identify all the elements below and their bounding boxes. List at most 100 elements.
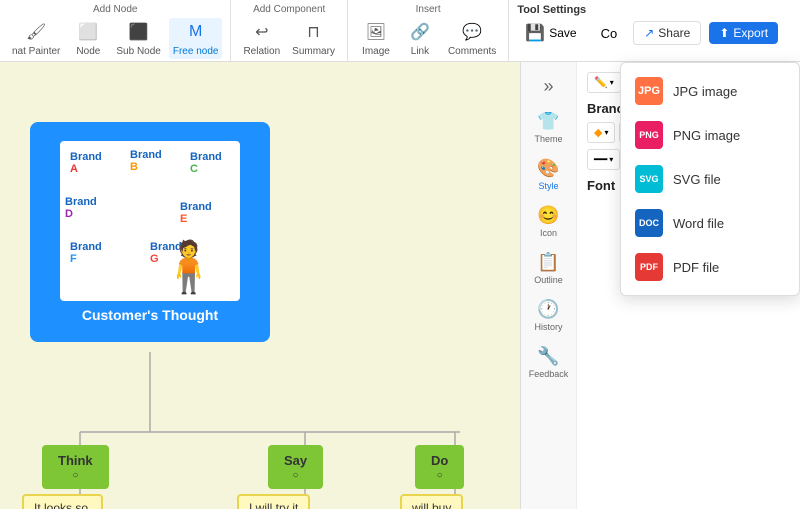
save-icon: 💾 <box>525 23 545 43</box>
icon-btn[interactable]: 😊 Icon <box>524 199 574 244</box>
relation-btn[interactable]: ↩ Relation <box>239 18 284 59</box>
pdf-label: PDF file <box>673 260 719 275</box>
history-btn[interactable]: 🕐 History <box>524 293 574 338</box>
word-icon: DOC <box>635 209 663 237</box>
sidebar-icons: » 👕 Theme 🎨 Style 😊 Icon 📋 Outline 🕐 His… <box>521 62 577 509</box>
node-icon: ⬜ <box>76 20 100 44</box>
root-node[interactable]: BrandA BrandB BrandC BrandD BrandE Brand… <box>30 122 270 342</box>
outline-icon: 📋 <box>537 252 559 273</box>
fill-chevron: ▾ <box>604 128 608 137</box>
canvas[interactable]: BrandA BrandB BrandC BrandD BrandE Brand… <box>0 62 520 509</box>
root-image: BrandA BrandB BrandC BrandD BrandE Brand… <box>60 141 240 301</box>
insert-buttons: 🖼 Image 🔗 Link 💬 Comments <box>356 18 500 59</box>
do-node[interactable]: Do <box>415 445 464 489</box>
link-icon: 🔗 <box>408 20 432 44</box>
word-label: Word file <box>673 216 724 231</box>
feedback-label: Feedback <box>529 369 569 379</box>
sub-node-btn[interactable]: ⬛ Sub Node <box>112 18 164 59</box>
brand-cloud: BrandA BrandB BrandC BrandD BrandE Brand… <box>60 141 240 301</box>
free-node-icon: M <box>184 20 208 44</box>
link-btn[interactable]: 🔗 Link <box>400 18 440 59</box>
style-label: Style <box>538 181 558 191</box>
feedback-icon: 🔧 <box>537 346 559 367</box>
insert-section: Insert 🖼 Image 🔗 Link 💬 Comments <box>348 0 509 61</box>
tool-settings-section: Tool Settings 💾 Save Co ↗ Share ⬆ Export <box>509 0 800 61</box>
icon-icon: 😊 <box>537 205 559 226</box>
pen-chevron: ▾ <box>610 78 614 87</box>
export-dropdown: JPG JPG image PNG PNG image SVG SVG file… <box>620 62 800 296</box>
style-icon: 🎨 <box>537 158 559 179</box>
think-node[interactable]: Think <box>42 445 109 489</box>
add-component-section: Add Component ↩ Relation ⊓ Summary <box>231 0 348 61</box>
brand-e: BrandE <box>180 201 212 225</box>
share-button[interactable]: ↗ Share <box>633 21 701 45</box>
pen-icon: ✏️ <box>594 76 608 89</box>
co-btn[interactable]: Co <box>593 23 626 44</box>
leaf-try[interactable]: I will try it <box>237 494 310 509</box>
relation-icon: ↩ <box>250 20 274 44</box>
theme-label: Theme <box>534 134 562 144</box>
branch-line-icon: ━━ <box>594 153 607 166</box>
svg-icon: SVG <box>635 165 663 193</box>
insert-title: Insert <box>356 4 500 15</box>
export-button[interactable]: ⬆ Export <box>709 22 778 44</box>
format-painter-btn[interactable]: 🖌 nat Painter <box>8 18 64 59</box>
fill-icon: ◆ <box>594 126 602 139</box>
brand-f: BrandF <box>70 241 102 265</box>
collapse-icon: » <box>543 76 553 97</box>
outline-btn[interactable]: 📋 Outline <box>524 246 574 291</box>
tool-settings-row: 💾 Save Co ↗ Share ⬆ Export <box>517 20 792 46</box>
tool-settings-title: Tool Settings <box>517 4 792 16</box>
toolbar: Add Node 🖌 nat Painter ⬜ Node ⬛ Sub Node… <box>0 0 800 62</box>
brand-d: BrandD <box>65 196 97 220</box>
share-icon: ↗ <box>644 26 654 40</box>
outline-label: Outline <box>534 275 563 285</box>
collapse-btn[interactable]: » <box>524 70 574 103</box>
export-png[interactable]: PNG PNG image <box>621 113 799 157</box>
brand-c: BrandC <box>190 151 222 175</box>
icon-label: Icon <box>540 228 557 238</box>
add-component-title: Add Component <box>239 4 339 15</box>
say-node[interactable]: Say <box>268 445 323 489</box>
comments-btn[interactable]: 💬 Comments <box>444 18 500 59</box>
feedback-btn[interactable]: 🔧 Feedback <box>524 340 574 385</box>
add-node-title: Add Node <box>8 4 222 15</box>
theme-icon: 👕 <box>537 111 559 132</box>
export-icon: ⬆ <box>719 26 729 40</box>
export-svg[interactable]: SVG SVG file <box>621 157 799 201</box>
root-title: Customer's Thought <box>82 307 218 323</box>
summary-icon: ⊓ <box>302 20 326 44</box>
image-btn[interactable]: 🖼 Image <box>356 18 396 59</box>
person-figure: 🧍 <box>158 238 220 297</box>
svg-label: SVG file <box>673 172 721 187</box>
leaf-looks[interactable]: It looks so, <box>22 494 103 509</box>
format-painter-icon: 🖌 <box>24 20 48 44</box>
summary-btn[interactable]: ⊓ Summary <box>288 18 339 59</box>
theme-btn[interactable]: 👕 Theme <box>524 105 574 150</box>
comments-icon: 💬 <box>460 20 484 44</box>
fill-tool[interactable]: ◆ ▾ <box>587 122 615 143</box>
save-btn[interactable]: 💾 Save <box>517 20 584 46</box>
brand-a: BrandA <box>70 151 102 175</box>
export-pdf[interactable]: PDF PDF file <box>621 245 799 289</box>
pdf-icon: PDF <box>635 253 663 281</box>
jpg-icon: JPG <box>635 77 663 105</box>
export-word[interactable]: DOC Word file <box>621 201 799 245</box>
leaf-buy[interactable]: will buy <box>400 494 463 509</box>
export-jpg[interactable]: JPG JPG image <box>621 69 799 113</box>
image-icon: 🖼 <box>364 20 388 44</box>
sub-node-icon: ⬛ <box>127 20 151 44</box>
history-icon: 🕐 <box>537 299 559 320</box>
branch-line-chevron: ▾ <box>609 155 613 164</box>
free-node-btn[interactable]: M Free node <box>169 18 223 59</box>
pen-tool[interactable]: ✏️ ▾ <box>587 72 621 93</box>
add-node-section: Add Node 🖌 nat Painter ⬜ Node ⬛ Sub Node… <box>0 0 231 61</box>
add-component-buttons: ↩ Relation ⊓ Summary <box>239 18 339 59</box>
add-node-buttons: 🖌 nat Painter ⬜ Node ⬛ Sub Node M Free n… <box>8 18 222 59</box>
node-btn[interactable]: ⬜ Node <box>68 18 108 59</box>
jpg-label: JPG image <box>673 84 737 99</box>
png-label: PNG image <box>673 128 740 143</box>
branch-line-tool[interactable]: ━━ ▾ <box>587 149 620 170</box>
style-btn[interactable]: 🎨 Style <box>524 152 574 197</box>
png-icon: PNG <box>635 121 663 149</box>
